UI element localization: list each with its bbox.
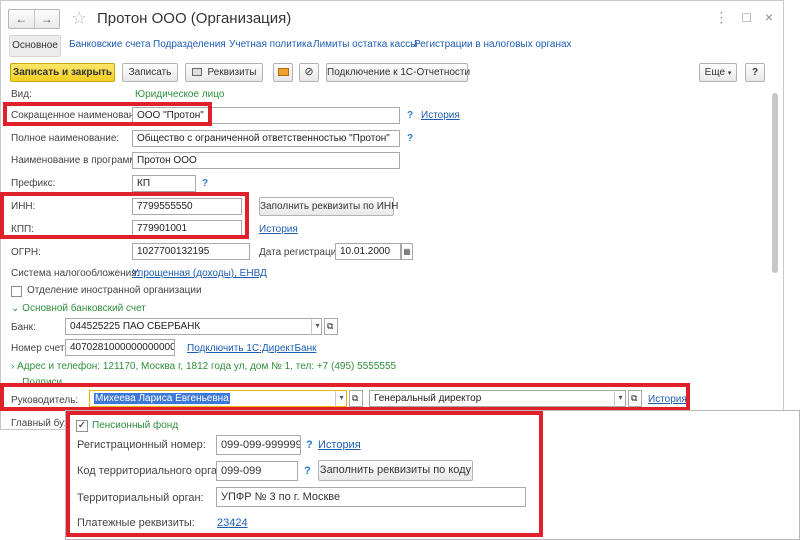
window-controls: ⋮ □ × — [714, 7, 773, 27]
menu-icon[interactable]: ⋮ — [714, 7, 728, 27]
tab-accounting-policy[interactable]: Учетная политика — [229, 39, 312, 50]
email-button[interactable] — [273, 63, 293, 82]
bank-input[interactable]: 044525225 ПАО СБЕРБАНК — [65, 318, 322, 335]
tab-tax-registrations[interactable]: Регистрации в налоговых органах — [414, 39, 572, 50]
attach-button[interactable]: ⊘ — [299, 63, 319, 82]
highlight-head — [0, 383, 690, 411]
address-line: Адрес и телефон: 121170, Москва г, 1812 … — [17, 361, 397, 372]
program-name-label: Наименование в программе: — [11, 155, 145, 166]
short-name-help-icon[interactable]: ? — [407, 109, 413, 123]
scrollbar[interactable] — [771, 83, 779, 413]
short-name-input-tail[interactable] — [212, 107, 400, 124]
program-name-input[interactable]: Протон ООО — [132, 152, 400, 169]
bank-section-label: Основной банковский счет — [22, 303, 146, 314]
printer-icon — [192, 68, 202, 76]
more-label: Еще — [704, 67, 726, 78]
prefix-help-icon[interactable]: ? — [202, 177, 208, 191]
close-icon[interactable]: × — [765, 7, 773, 27]
chevron-down-icon: ⌄ — [11, 303, 20, 314]
ogrn-input[interactable]: 1027700132195 — [132, 243, 250, 260]
save-and-close-button[interactable]: Записать и закрыть — [10, 63, 115, 82]
full-name-label: Полное наименование: — [11, 133, 120, 144]
address-section-toggle[interactable]: › Адрес и телефон: 121170, Москва г, 181… — [11, 360, 396, 374]
highlight-pension — [66, 411, 543, 537]
envelope-icon — [278, 68, 289, 76]
fill-by-inn-button[interactable]: Заполнить реквизиты по ИНН — [259, 197, 398, 216]
foreign-org-label: Отделение иностранной организации — [27, 285, 202, 296]
reg-date-input[interactable]: 10.01.2000 — [335, 243, 401, 260]
more-button[interactable]: Еще ▾ — [699, 63, 737, 82]
maximize-icon[interactable]: □ — [742, 7, 750, 27]
foreign-org-checkbox[interactable] — [11, 286, 22, 297]
tab-main[interactable]: Основное — [9, 35, 61, 57]
bank-open-icon[interactable]: ⧉ — [324, 318, 338, 335]
chevron-right-icon: › — [11, 361, 15, 372]
favorite-star-icon[interactable]: ☆ — [71, 7, 87, 29]
highlight-short-name — [3, 102, 212, 126]
help-button[interactable]: ? — [745, 63, 765, 82]
calendar-icon[interactable]: ▦ — [401, 243, 413, 260]
tab-bank-accounts[interactable]: Банковские счета — [69, 39, 151, 50]
requisites-label: Реквизиты — [207, 67, 257, 78]
tax-system-label: Система налогообложения: — [11, 268, 140, 279]
highlight-inn-kpp — [0, 192, 249, 239]
directbank-link[interactable]: Подключить 1С:ДиректБанк — [187, 342, 316, 356]
full-name-help-icon[interactable]: ? — [407, 132, 413, 146]
kind-label: Вид: — [11, 89, 32, 100]
bank-section-toggle[interactable]: ⌄ Основной банковский счет — [11, 302, 146, 316]
paperclip-icon: ⊘ — [304, 66, 314, 78]
account-input[interactable]: 40702810000000000007 — [65, 339, 175, 356]
prefix-label: Префикс: — [11, 178, 56, 189]
pension-fund-panel: ✓ Пенсионный фонд Регистрационный номер:… — [65, 410, 800, 540]
back-arrow-icon[interactable]: ← — [9, 10, 34, 28]
tax-system-link[interactable]: Упрощенная (доходы), ЕНВД — [132, 267, 267, 281]
connect-reporting-button[interactable]: Подключение к 1С-Отчетности — [326, 63, 470, 82]
nav-buttons: ← → — [8, 9, 60, 29]
chevron-down-icon: ▾ — [727, 70, 732, 77]
requisites-button[interactable]: Реквизиты — [185, 63, 263, 82]
short-name-history-link[interactable]: История — [421, 109, 460, 123]
bank-label: Банк: — [11, 322, 36, 333]
prefix-input[interactable]: КП — [132, 175, 196, 192]
account-label: Номер счета: — [11, 343, 73, 354]
ogrn-label: ОГРН: — [11, 247, 41, 258]
kind-value[interactable]: Юридическое лицо — [135, 88, 224, 102]
bank-dropdown-icon[interactable]: ▾ — [311, 318, 323, 335]
tab-departments[interactable]: Подразделения — [153, 39, 226, 50]
full-name-input[interactable]: Общество с ограниченной ответственностью… — [132, 130, 400, 147]
window-title: Протон ООО (Организация) — [97, 10, 292, 27]
chief-accountant-label: Главный бухг — [11, 418, 73, 429]
save-button[interactable]: Записать — [122, 63, 178, 82]
kpp-history-link[interactable]: История — [259, 223, 298, 237]
forward-arrow-icon[interactable]: → — [33, 10, 60, 28]
reg-date-label: Дата регистрации: — [259, 247, 345, 258]
tab-bar: Основное Банковские счета Подразделения … — [1, 35, 783, 57]
scrollbar-thumb[interactable] — [772, 93, 778, 273]
tab-cash-limits[interactable]: Лимиты остатка кассы — [313, 39, 417, 50]
